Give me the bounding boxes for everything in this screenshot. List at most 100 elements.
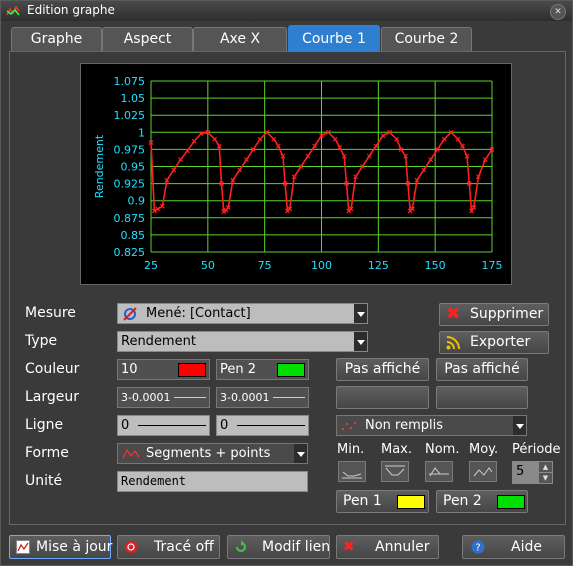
- y-tick-label: 1.075: [114, 75, 146, 88]
- exporter-label: Exporter: [470, 334, 531, 350]
- tab-courbe-1[interactable]: Courbe 1: [288, 25, 380, 52]
- periode-label: Période: [512, 442, 561, 457]
- chevron-down-icon: [354, 304, 367, 323]
- annuler-label: Annuler: [375, 539, 430, 555]
- largeur-label: Largeur: [25, 389, 80, 405]
- unite-field[interactable]: Rendement: [117, 471, 308, 492]
- color-swatch-1: [178, 363, 206, 377]
- supprimer-label: Supprimer: [470, 306, 544, 322]
- empty-button-2[interactable]: [436, 386, 528, 409]
- measure-icon: [123, 307, 137, 321]
- pen2-label: Pen 2: [443, 493, 482, 509]
- fill-select[interactable]: Non remplis: [336, 415, 527, 436]
- empty-button-1[interactable]: [336, 386, 429, 409]
- chevron-down-icon: [294, 444, 307, 463]
- moy-toggle-button[interactable]: [469, 461, 497, 482]
- ligne-value-2: 0: [220, 418, 229, 433]
- modif-lien-label: Modif lien: [262, 539, 331, 555]
- ligne-field-2[interactable]: 0: [216, 415, 309, 436]
- segments-points-icon: [122, 448, 140, 459]
- y-axis-label: Rendement: [93, 134, 106, 198]
- forme-label: Forme: [25, 445, 69, 461]
- stepper-up-icon[interactable]: ▲: [539, 462, 552, 472]
- link-refresh-icon: [235, 540, 247, 553]
- couleur-field-2[interactable]: Pen 2: [216, 359, 309, 380]
- x-tick-label: 125: [368, 259, 389, 272]
- close-icon[interactable]: ✕: [550, 4, 566, 20]
- x-tick-label: 150: [425, 259, 446, 272]
- largeur-field-2[interactable]: 3-0.0001: [216, 387, 309, 408]
- periode-stepper[interactable]: 5 ▲ ▼: [512, 461, 553, 484]
- scatter-points-icon: [342, 422, 356, 430]
- y-tick-label: 0.825: [114, 246, 146, 259]
- pen1-swatch: [397, 495, 425, 509]
- y-tick-label: 1.05: [121, 92, 146, 105]
- delete-x-icon: ✖: [446, 304, 461, 324]
- modif-lien-button[interactable]: Modif lien: [227, 535, 330, 559]
- y-tick-label: 0.95: [121, 161, 146, 174]
- tab-aspect[interactable]: Aspect: [102, 27, 193, 51]
- ligne-field-1[interactable]: 0: [117, 415, 210, 436]
- stepper-down-icon[interactable]: ▼: [539, 473, 552, 483]
- x-tick-label: 175: [482, 259, 503, 272]
- update-chart-icon: [16, 540, 30, 554]
- window-title: Edition graphe: [27, 3, 115, 17]
- mise-a-jour-button[interactable]: Mise à jour: [9, 535, 112, 559]
- tab-graphe[interactable]: Graphe: [11, 27, 102, 51]
- edition-graphe-window: Edition graphe ✕ Graphe Aspect Axe X Cou…: [0, 0, 573, 566]
- x-tick-label: 75: [258, 259, 272, 272]
- ligne-label: Ligne: [25, 417, 64, 433]
- y-tick-label: 0.9: [128, 195, 146, 208]
- tab-axe-x[interactable]: Axe X: [193, 27, 287, 51]
- mesure-label: Mesure: [25, 305, 76, 321]
- max-toggle-button[interactable]: [381, 461, 409, 482]
- couleur-value-1: 10: [121, 362, 138, 377]
- couleur-field-1[interactable]: 10: [117, 359, 210, 380]
- trace-off-button[interactable]: Tracé off: [117, 535, 220, 559]
- type-select[interactable]: Rendement: [117, 331, 368, 352]
- mesure-select[interactable]: Mené: [Contact]: [117, 303, 368, 324]
- y-tick-label: 1: [138, 126, 145, 139]
- nom-toggle-button[interactable]: [425, 461, 453, 482]
- moy-curve-icon: [473, 467, 493, 477]
- moy-label: Moy.: [469, 442, 499, 457]
- fill-value: Non remplis: [365, 418, 444, 433]
- type-label: Type: [25, 333, 58, 349]
- y-tick-label: 0.85: [121, 229, 146, 242]
- largeur-field-1[interactable]: 3-0.0001: [117, 387, 210, 408]
- tab-courbe-2[interactable]: Courbe 2: [381, 27, 472, 51]
- couleur-label: Couleur: [25, 361, 80, 377]
- exporter-button[interactable]: Exporter: [439, 331, 549, 354]
- chevron-down-icon: [354, 332, 367, 351]
- nom-curve-icon: [429, 467, 449, 477]
- min-toggle-button[interactable]: [338, 461, 366, 482]
- mesure-value: Mené: [Contact]: [146, 306, 251, 321]
- type-value: Rendement: [121, 334, 196, 349]
- cancel-x-icon: ✖: [343, 539, 355, 555]
- unite-label: Unité: [25, 473, 63, 489]
- forme-select[interactable]: Segments + points: [117, 443, 308, 464]
- trace-off-label: Tracé off: [154, 539, 214, 555]
- pen1-button[interactable]: Pen 1: [336, 490, 429, 513]
- svg-text:?: ?: [475, 543, 480, 554]
- supprimer-button[interactable]: ✖ Supprimer: [439, 303, 549, 326]
- export-rss-icon: [446, 336, 460, 350]
- curve-chart: 0.825 0.85 0.875 0.9 0.925 0.95 0.975 1 1.025 1.0…: [80, 63, 512, 285]
- line-style-preview: [237, 425, 305, 426]
- title-bar[interactable]: Edition graphe ✕: [1, 1, 572, 21]
- x-tick-label: 25: [144, 259, 158, 272]
- largeur-value-2: 3-0.0001: [220, 391, 270, 404]
- line-style-preview: [138, 425, 206, 426]
- annuler-button[interactable]: ✖ Annuler: [336, 535, 439, 559]
- y-tick-label: 0.975: [114, 143, 146, 156]
- min-curve-icon: [342, 471, 362, 479]
- data-point: [212, 136, 218, 142]
- pen2-button[interactable]: Pen 2: [436, 490, 528, 513]
- pen1-label: Pen 1: [343, 493, 382, 509]
- pas-affiche-button-1[interactable]: Pas affiché: [336, 358, 429, 381]
- aide-button[interactable]: ? Aide: [462, 535, 565, 559]
- max-label: Max.: [381, 442, 413, 457]
- nom-label: Nom.: [425, 442, 460, 457]
- largeur-value-1: 3-0.0001: [121, 391, 171, 404]
- pas-affiche-button-2[interactable]: Pas affiché: [436, 358, 528, 381]
